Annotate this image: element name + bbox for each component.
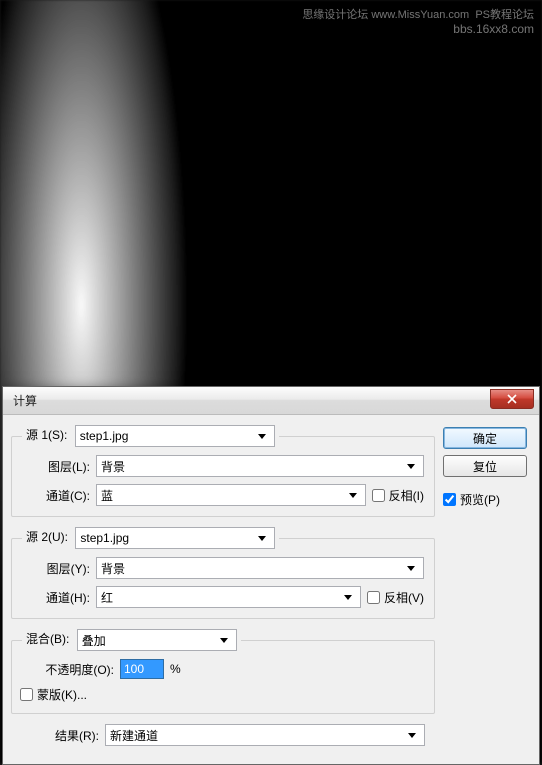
- chevron-down-icon: [345, 486, 361, 504]
- source1-channel-combo[interactable]: 蓝: [96, 484, 366, 506]
- source2-layer-value: 背景: [101, 560, 125, 577]
- source2-layer-label: 图层(Y):: [22, 560, 90, 577]
- checkbox-input[interactable]: [367, 591, 380, 604]
- reset-button[interactable]: 复位: [443, 455, 527, 477]
- mask-label: 蒙版(K)...: [37, 686, 87, 703]
- source1-file-combo[interactable]: step1.jpg: [75, 425, 275, 447]
- source1-group: 源 1(S): step1.jpg 图层(L): 背景 通道(C):: [11, 425, 435, 517]
- dialog-title: 计算: [13, 392, 490, 409]
- checkbox-input[interactable]: [372, 489, 385, 502]
- chevron-down-icon: [340, 588, 356, 606]
- result-label: 结果(R):: [21, 727, 99, 744]
- blending-mode-combo[interactable]: 叠加: [77, 629, 237, 651]
- blending-group: 混合(B): 叠加 不透明度(O): % 蒙版(K)...: [11, 629, 435, 714]
- chevron-down-icon: [404, 726, 420, 744]
- source2-channel-value: 红: [101, 589, 113, 606]
- source1-legend: 源 1(S): step1.jpg: [22, 425, 279, 447]
- blending-mode-value: 叠加: [82, 632, 106, 649]
- source1-layer-value: 背景: [101, 458, 125, 475]
- source2-group: 源 2(U): step1.jpg 图层(Y): 背景 通道(H):: [11, 527, 435, 619]
- close-button[interactable]: [490, 389, 534, 409]
- source1-invert-checkbox[interactable]: 反相(I): [372, 487, 424, 504]
- result-combo[interactable]: 新建通道: [105, 724, 425, 746]
- chevron-down-icon: [254, 529, 270, 547]
- chevron-down-icon: [403, 457, 419, 475]
- percent-label: %: [170, 662, 181, 676]
- source2-invert-checkbox[interactable]: 反相(V): [367, 589, 424, 606]
- source1-invert-label: 反相(I): [389, 487, 424, 504]
- titlebar[interactable]: 计算: [3, 387, 539, 415]
- source1-channel-label: 通道(C):: [22, 487, 90, 504]
- source1-layer-label: 图层(L):: [22, 458, 90, 475]
- source2-channel-label: 通道(H):: [22, 589, 90, 606]
- blending-legend: 混合(B): 叠加: [22, 629, 241, 651]
- source2-file-combo[interactable]: step1.jpg: [75, 527, 275, 549]
- source1-layer-combo[interactable]: 背景: [96, 455, 424, 477]
- ok-button[interactable]: 确定: [443, 427, 527, 449]
- mask-checkbox[interactable]: 蒙版(K)...: [20, 686, 87, 703]
- source2-file-value: step1.jpg: [80, 531, 129, 545]
- source2-legend: 源 2(U): step1.jpg: [22, 527, 279, 549]
- source1-file-value: step1.jpg: [80, 429, 129, 443]
- preview-label: 预览(P): [460, 491, 500, 508]
- source2-channel-combo[interactable]: 红: [96, 586, 361, 608]
- opacity-label: 不透明度(O):: [22, 661, 114, 678]
- chevron-down-icon: [216, 631, 232, 649]
- chevron-down-icon: [254, 427, 270, 445]
- opacity-input[interactable]: [120, 659, 164, 679]
- watermark: 思缘设计论坛 www.MissYuan.com PS教程论坛 bbs.16xx8…: [302, 8, 534, 38]
- result-value: 新建通道: [110, 727, 158, 744]
- checkbox-input[interactable]: [20, 688, 33, 701]
- calculations-dialog: 计算 源 1(S): step1.jpg 图层(L): 背景: [2, 386, 540, 765]
- checkbox-input[interactable]: [443, 493, 456, 506]
- source2-invert-label: 反相(V): [384, 589, 424, 606]
- source1-channel-value: 蓝: [101, 487, 113, 504]
- close-icon: [506, 394, 518, 404]
- preview-checkbox[interactable]: 预览(P): [443, 491, 527, 508]
- source2-layer-combo[interactable]: 背景: [96, 557, 424, 579]
- chevron-down-icon: [403, 559, 419, 577]
